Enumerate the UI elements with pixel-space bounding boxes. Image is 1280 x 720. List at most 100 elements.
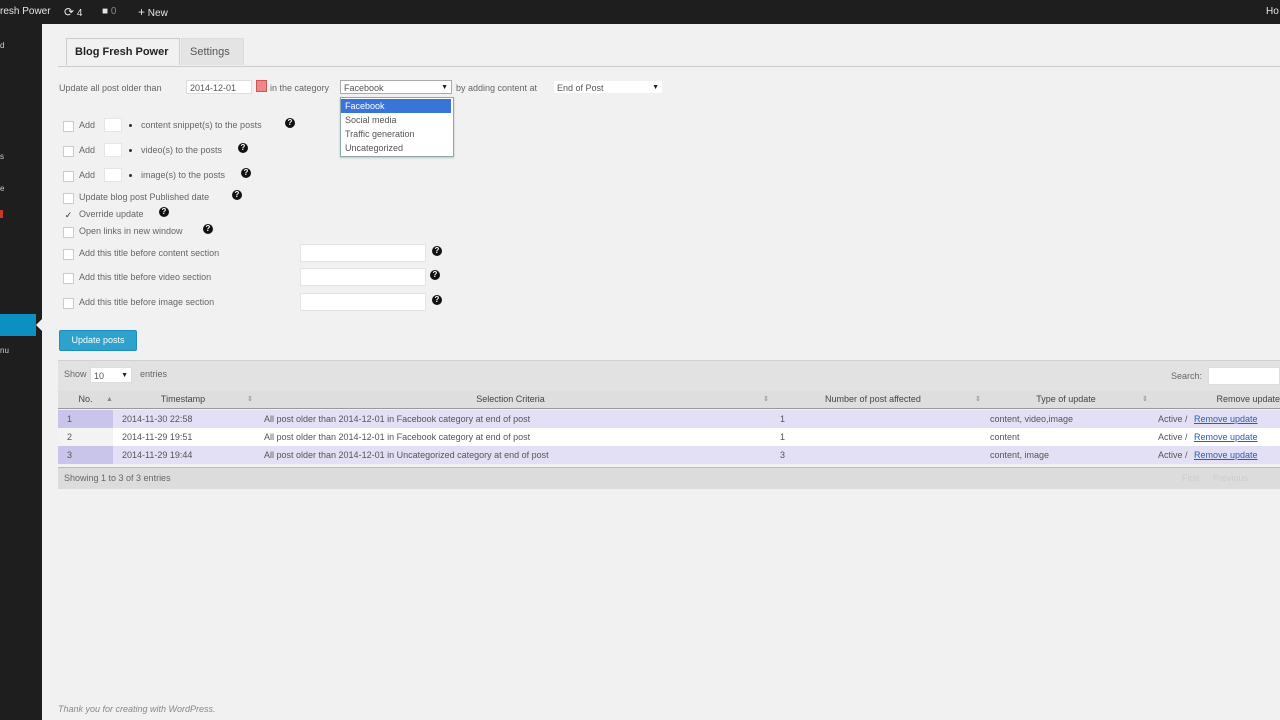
spinner-icon[interactable] bbox=[129, 149, 132, 152]
table-row: 1 2014-11-30 22:58 All post older than 2… bbox=[58, 410, 1280, 428]
sidebar-item-collapse[interactable]: nu bbox=[0, 346, 9, 355]
row-count: 3 bbox=[780, 450, 786, 460]
update-posts-button[interactable]: Update posts bbox=[59, 330, 137, 351]
spinner-icon[interactable] bbox=[129, 174, 132, 177]
row-type: content, video,image bbox=[990, 414, 1074, 424]
help-icon[interactable]: ? bbox=[285, 118, 295, 128]
category-option[interactable]: Uncategorized bbox=[341, 141, 451, 155]
tab-settings[interactable]: Settings bbox=[181, 38, 244, 65]
calendar-icon[interactable] bbox=[256, 80, 267, 92]
position-select[interactable]: End of Post ▼ bbox=[553, 80, 663, 94]
column-header-criteria[interactable]: Selection Criteria bbox=[258, 391, 763, 408]
videos-count-input[interactable] bbox=[104, 143, 122, 157]
new-content-link[interactable]: + New bbox=[138, 0, 168, 24]
add-snippets-label: Add bbox=[79, 120, 96, 130]
column-header-no[interactable]: No. bbox=[58, 391, 113, 408]
remove-update-link[interactable]: Remove update bbox=[1194, 410, 1258, 428]
admin-sidebar: d s e nu bbox=[0, 24, 43, 720]
title-video-label: Add this title before video section bbox=[79, 272, 212, 282]
older-than-label: Update all post older than bbox=[59, 83, 162, 93]
title-video-checkbox[interactable] bbox=[63, 273, 74, 284]
comment-icon: ■ bbox=[102, 6, 109, 17]
chevron-down-icon: ▼ bbox=[121, 372, 128, 379]
help-icon[interactable]: ? bbox=[203, 224, 213, 234]
images-count-input[interactable] bbox=[104, 168, 122, 182]
images-label: image(s) to the posts bbox=[141, 170, 226, 180]
row-timestamp: 2014-11-29 19:44 bbox=[122, 450, 193, 460]
category-select[interactable]: Facebook ▼ bbox=[340, 80, 452, 94]
search-input[interactable] bbox=[1208, 367, 1280, 385]
help-icon[interactable]: ? bbox=[432, 246, 442, 256]
sort-icon: ⇕ bbox=[1142, 396, 1148, 403]
date-input[interactable]: 2014-12-01 bbox=[186, 80, 252, 94]
account-link[interactable]: Ho bbox=[1266, 0, 1279, 24]
snippets-checkbox[interactable] bbox=[63, 121, 74, 132]
images-checkbox[interactable] bbox=[63, 171, 74, 182]
updates-icon: ⟳ bbox=[64, 5, 75, 19]
sidebar-item-3[interactable]: e bbox=[0, 184, 4, 193]
category-option[interactable]: Facebook bbox=[341, 99, 451, 113]
title-image-input[interactable] bbox=[300, 293, 426, 311]
first-page-button[interactable]: First bbox=[1182, 473, 1200, 483]
plus-icon: + bbox=[138, 5, 146, 19]
column-header-remove[interactable]: Remove update bbox=[1153, 391, 1280, 408]
videos-checkbox[interactable] bbox=[63, 146, 74, 157]
sidebar-item-2[interactable]: s bbox=[0, 152, 4, 161]
help-icon[interactable]: ? bbox=[432, 295, 442, 305]
updates-link[interactable]: ⟳ 4 bbox=[64, 0, 82, 24]
row-number: 3 bbox=[67, 450, 73, 460]
row-count: 1 bbox=[780, 432, 786, 442]
row-status: Active / bbox=[1158, 450, 1188, 460]
row-criteria: All post older than 2014-12-01 in Uncate… bbox=[264, 450, 549, 460]
spinner-icon[interactable] bbox=[129, 124, 132, 127]
sidebar-item-1[interactable]: d bbox=[0, 41, 4, 50]
title-image-label: Add this title before image section bbox=[79, 297, 215, 307]
published-date-label: Update blog post Published date bbox=[79, 192, 210, 202]
column-header-type[interactable]: Type of update bbox=[986, 391, 1146, 408]
title-video-input[interactable] bbox=[300, 268, 426, 286]
row-timestamp: 2014-11-29 19:51 bbox=[122, 432, 193, 442]
sidebar-item-active[interactable] bbox=[0, 314, 36, 336]
published-date-checkbox[interactable] bbox=[63, 193, 74, 204]
page-size-select[interactable]: 10 ▼ bbox=[90, 367, 132, 383]
snippets-count-input[interactable] bbox=[104, 118, 122, 132]
column-header-count[interactable]: Number of post affected bbox=[773, 391, 973, 408]
comments-link[interactable]: ■ 0 bbox=[102, 0, 116, 24]
table-footer: Showing 1 to 3 of 3 entries First Previo… bbox=[58, 467, 1280, 489]
site-name-link[interactable]: resh Power bbox=[0, 0, 51, 24]
adding-content-label: by adding content at bbox=[456, 83, 538, 93]
help-icon[interactable]: ? bbox=[238, 143, 248, 153]
search-label: Search: bbox=[1171, 371, 1203, 381]
row-timestamp: 2014-11-30 22:58 bbox=[122, 414, 193, 424]
add-images-label: Add bbox=[79, 170, 96, 180]
help-icon[interactable]: ? bbox=[232, 190, 242, 200]
previous-page-button[interactable]: Previous bbox=[1213, 473, 1248, 483]
row-number: 1 bbox=[67, 414, 73, 424]
videos-label: video(s) to the posts bbox=[141, 145, 223, 155]
add-videos-label: Add bbox=[79, 145, 96, 155]
override-checkbox[interactable]: ✓ bbox=[63, 210, 74, 221]
column-header-timestamp[interactable]: Timestamp bbox=[113, 391, 253, 408]
title-image-checkbox[interactable] bbox=[63, 298, 74, 309]
title-content-checkbox[interactable] bbox=[63, 249, 74, 260]
show-label: Show bbox=[64, 369, 87, 379]
chevron-down-icon: ▼ bbox=[652, 84, 659, 91]
sort-icon: ⇕ bbox=[763, 396, 769, 403]
open-links-checkbox[interactable] bbox=[63, 227, 74, 238]
row-criteria: All post older than 2014-12-01 in Facebo… bbox=[264, 414, 531, 424]
notification-badge bbox=[0, 210, 3, 218]
admin-bar: resh Power ⟳ 4 ■ 0 + New Ho bbox=[0, 0, 1280, 24]
tab-divider bbox=[58, 66, 1280, 67]
category-option[interactable]: Traffic generation bbox=[341, 127, 451, 141]
help-icon[interactable]: ? bbox=[159, 207, 169, 217]
help-icon[interactable]: ? bbox=[241, 168, 251, 178]
category-option[interactable]: Social media bbox=[341, 113, 451, 127]
help-icon[interactable]: ? bbox=[430, 270, 440, 280]
title-content-input[interactable] bbox=[300, 244, 426, 262]
remove-update-link[interactable]: Remove update bbox=[1194, 428, 1258, 446]
chevron-down-icon: ▼ bbox=[441, 84, 448, 91]
remove-update-link[interactable]: Remove update bbox=[1194, 446, 1258, 464]
tab-blog-fresh-power[interactable]: Blog Fresh Power bbox=[66, 38, 180, 65]
table-controls: Show 10 ▼ entries Search: bbox=[58, 360, 1280, 391]
row-number: 2 bbox=[67, 432, 73, 442]
